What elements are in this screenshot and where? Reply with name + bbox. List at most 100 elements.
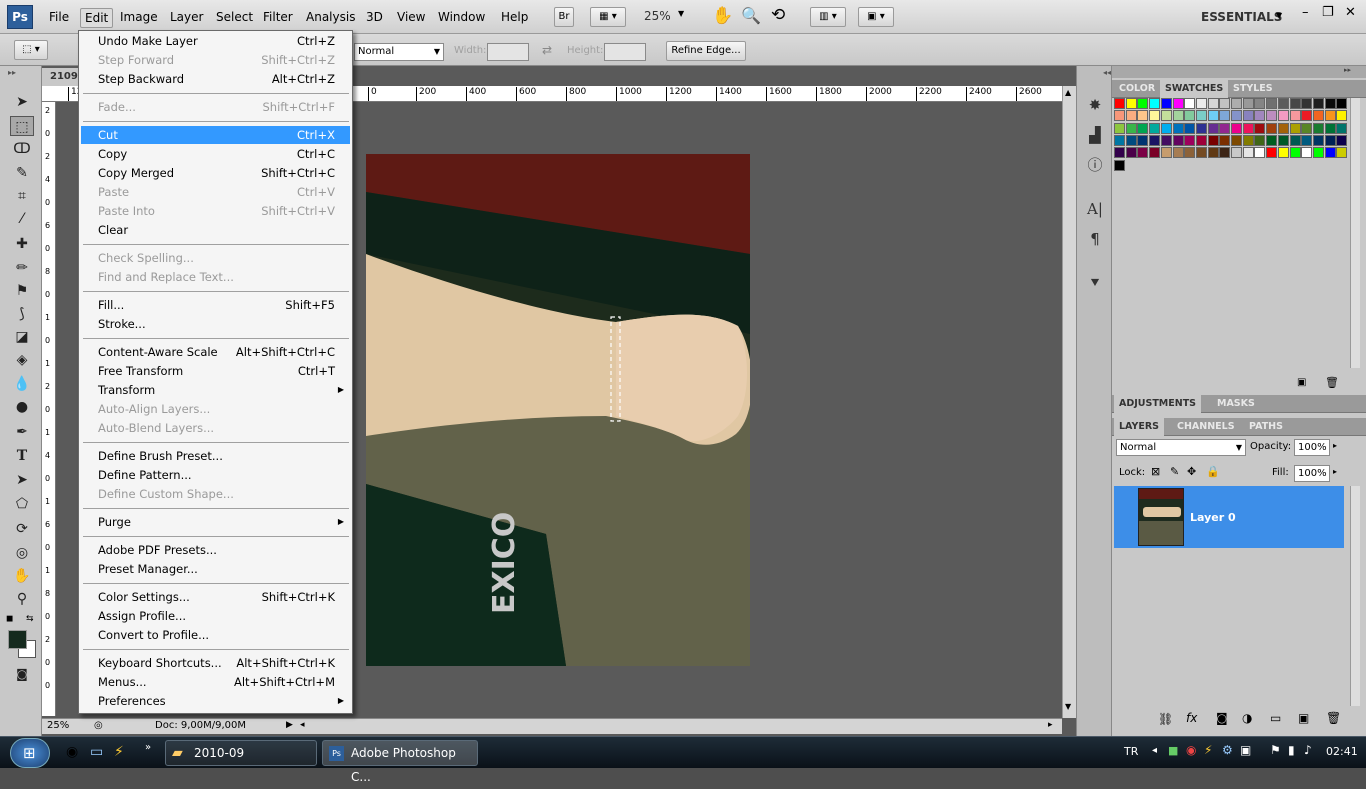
paragraph-panel-icon[interactable]: ¶ (1084, 228, 1106, 250)
lock-pixels-icon[interactable]: ✎ (1170, 465, 1179, 478)
3d-orbit-tool-icon[interactable]: ◎ (10, 543, 34, 563)
taskbar-folder-button[interactable]: ▰ 2010-09 (165, 740, 317, 766)
swatch[interactable] (1277, 122, 1289, 134)
swatch[interactable] (1242, 134, 1254, 146)
language-indicator[interactable]: TR (1124, 745, 1138, 758)
swatch[interactable] (1160, 134, 1172, 146)
menu-item-define-pattern[interactable]: Define Pattern... (81, 466, 350, 484)
swatch[interactable] (1289, 110, 1301, 122)
swatch[interactable] (1242, 110, 1254, 122)
collapse-dock-icon[interactable]: ◂◂ (1103, 68, 1111, 77)
screen-mode-button[interactable]: ▣ ▾ (858, 7, 894, 27)
tab-masks[interactable]: MASKS (1212, 395, 1260, 413)
swatch[interactable] (1289, 98, 1301, 109)
bridge-button[interactable]: Br (554, 7, 574, 27)
swatch[interactable] (1266, 110, 1278, 122)
swatch[interactable] (1184, 122, 1196, 134)
menu-item-copy[interactable]: Copy Ctrl+C (81, 145, 350, 163)
workspace-dropdown-icon[interactable]: ▼ (1276, 11, 1282, 20)
view-extras-button[interactable]: ▦ ▾ (590, 7, 626, 27)
scroll-left-icon[interactable]: ◂ (300, 720, 305, 730)
tray-app-icon[interactable]: ■ (1168, 744, 1178, 757)
swatch[interactable] (1277, 98, 1289, 109)
link-layers-icon[interactable]: ⛓ (1158, 712, 1173, 726)
swatch[interactable] (1266, 98, 1278, 109)
menu-item-auto-align-layers[interactable]: Auto-Align Layers... (81, 400, 350, 418)
swatch[interactable] (1114, 122, 1125, 134)
tray-network-icon[interactable]: ⚙ (1222, 743, 1233, 757)
swatch[interactable] (1137, 98, 1149, 109)
tab-adjustments[interactable]: ADJUSTMENTS (1114, 395, 1202, 413)
swatch[interactable] (1289, 134, 1301, 146)
swatch[interactable] (1231, 122, 1242, 134)
quick-mask-icon[interactable]: ◙ (10, 664, 34, 684)
scroll-up-icon[interactable]: ▲ (1065, 88, 1071, 97)
swatch[interactable] (1336, 134, 1348, 146)
histogram-panel-icon[interactable]: ▟ (1084, 124, 1106, 146)
vertical-scrollbar[interactable]: ▲ ▼ (1062, 86, 1076, 718)
menu-layer[interactable]: Layer (166, 8, 207, 28)
swatch[interactable] (1231, 98, 1242, 109)
fill-slider-icon[interactable]: ▸ (1333, 467, 1337, 476)
refine-edge-button[interactable]: Refine Edge... (666, 41, 746, 61)
document-tab[interactable]: 2109 (42, 68, 78, 86)
swatch[interactable] (1324, 147, 1336, 159)
menu-item-free-transform[interactable]: Free Transform Ctrl+T (81, 362, 350, 380)
menu-item-preferences[interactable]: Preferences ▶ (81, 692, 350, 710)
arrange-documents-button[interactable]: ▥ ▾ (810, 7, 846, 27)
delete-swatch-icon[interactable]: 🗑 (1325, 376, 1339, 389)
swatch[interactable] (1254, 98, 1266, 109)
swatch[interactable] (1312, 98, 1324, 109)
swatch[interactable] (1160, 98, 1172, 109)
swatch[interactable] (1301, 134, 1313, 146)
tab-color[interactable]: COLOR (1114, 80, 1160, 98)
swatch[interactable] (1231, 110, 1242, 122)
swatch[interactable] (1160, 110, 1172, 122)
swatch[interactable] (1114, 98, 1125, 109)
delete-layer-icon[interactable]: 🗑 (1326, 711, 1341, 725)
swatch[interactable] (1277, 110, 1289, 122)
swatch[interactable] (1301, 147, 1313, 159)
swatch[interactable] (1184, 110, 1196, 122)
swatch[interactable] (1219, 134, 1231, 146)
swatch[interactable] (1324, 134, 1336, 146)
swatch[interactable] (1231, 147, 1242, 159)
menu-item-menus[interactable]: Menus... Alt+Shift+Ctrl+M (81, 673, 350, 691)
swatch[interactable] (1160, 147, 1172, 159)
path-selection-tool-icon[interactable]: ➤ (10, 470, 34, 490)
swatch[interactable] (1207, 122, 1219, 134)
lock-transparency-icon[interactable]: ⊠ (1151, 465, 1160, 478)
swatch[interactable] (1172, 147, 1184, 159)
brush-tool-icon[interactable]: ✏ (10, 258, 34, 278)
close-icon[interactable]: ✕ (1345, 5, 1356, 20)
swatch[interactable] (1277, 134, 1289, 146)
menu-item-purge[interactable]: Purge ▶ (81, 513, 350, 531)
swatch[interactable] (1149, 122, 1161, 134)
marquee-preset-icon[interactable]: ⬚ ▾ (14, 40, 48, 60)
menu-item-assign-profile[interactable]: Assign Profile... (81, 607, 350, 625)
height-input[interactable] (604, 43, 646, 61)
menu-item-transform[interactable]: Transform ▶ (81, 381, 350, 399)
menu-item-color-settings[interactable]: Color Settings... Shift+Ctrl+K (81, 588, 350, 606)
tray-battery-icon[interactable]: ▮ (1288, 743, 1295, 757)
swatch[interactable] (1207, 147, 1219, 159)
menu-item-define-brush-preset[interactable]: Define Brush Preset... (81, 447, 350, 465)
swatch[interactable] (1289, 147, 1301, 159)
layer-style-icon[interactable]: fx (1186, 711, 1197, 725)
swatch[interactable] (1184, 134, 1196, 146)
lock-all-icon[interactable]: 🔒 (1206, 465, 1220, 478)
swatch[interactable] (1125, 110, 1137, 122)
menu-item-content-aware-scale[interactable]: Content-Aware Scale Alt+Shift+Ctrl+C (81, 343, 350, 361)
swatch[interactable] (1195, 122, 1207, 134)
menu-item-check-spelling[interactable]: Check Spelling... (81, 249, 350, 267)
swatch[interactable] (1231, 134, 1242, 146)
workspace-switcher[interactable]: ESSENTIALS (1201, 10, 1282, 24)
swatch[interactable] (1242, 98, 1254, 109)
swatch[interactable] (1324, 110, 1336, 122)
menu-edit[interactable]: Edit (80, 8, 114, 28)
tool-presets-panel-icon[interactable]: ⯆ (1084, 272, 1106, 294)
scroll-right-icon[interactable]: ▸ (1048, 720, 1053, 730)
swatch[interactable] (1336, 147, 1348, 159)
menu-item-paste[interactable]: Paste Ctrl+V (81, 183, 350, 201)
menu-item-cut[interactable]: Cut Ctrl+X (81, 126, 350, 144)
